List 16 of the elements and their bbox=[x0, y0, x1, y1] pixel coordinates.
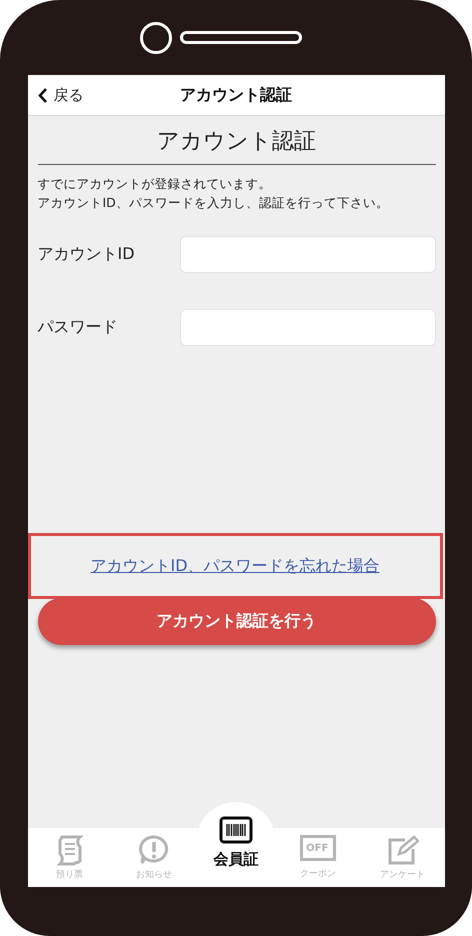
submit-button[interactable]: アカウント認証を行う bbox=[38, 598, 436, 645]
coupon-icon: OFF bbox=[300, 835, 336, 861]
input-field[interactable] bbox=[180, 309, 436, 346]
forgot-link[interactable]: アカウントID、パスワードを忘れた場合 bbox=[90, 556, 380, 576]
camera-icon bbox=[140, 22, 172, 54]
chevron-icon bbox=[38, 86, 48, 104]
field-label: アカウントID bbox=[38, 244, 135, 265]
field-label: パスワード bbox=[38, 317, 118, 338]
exclamation-bubble-icon bbox=[136, 834, 171, 866]
tab-item[interactable]: お知らせ bbox=[112, 828, 196, 887]
screen-title: アカウント認証 bbox=[180, 84, 292, 104]
back-button[interactable]: 戻る bbox=[28, 84, 90, 106]
description-text: すでにアカウントが登録されています。 アカウントID、パスワードを入力し、認証を行って下さい。 bbox=[38, 175, 390, 212]
page-heading: アカウント認証 bbox=[157, 128, 316, 156]
input-field[interactable] bbox=[180, 236, 436, 273]
speaker-icon bbox=[180, 31, 302, 44]
